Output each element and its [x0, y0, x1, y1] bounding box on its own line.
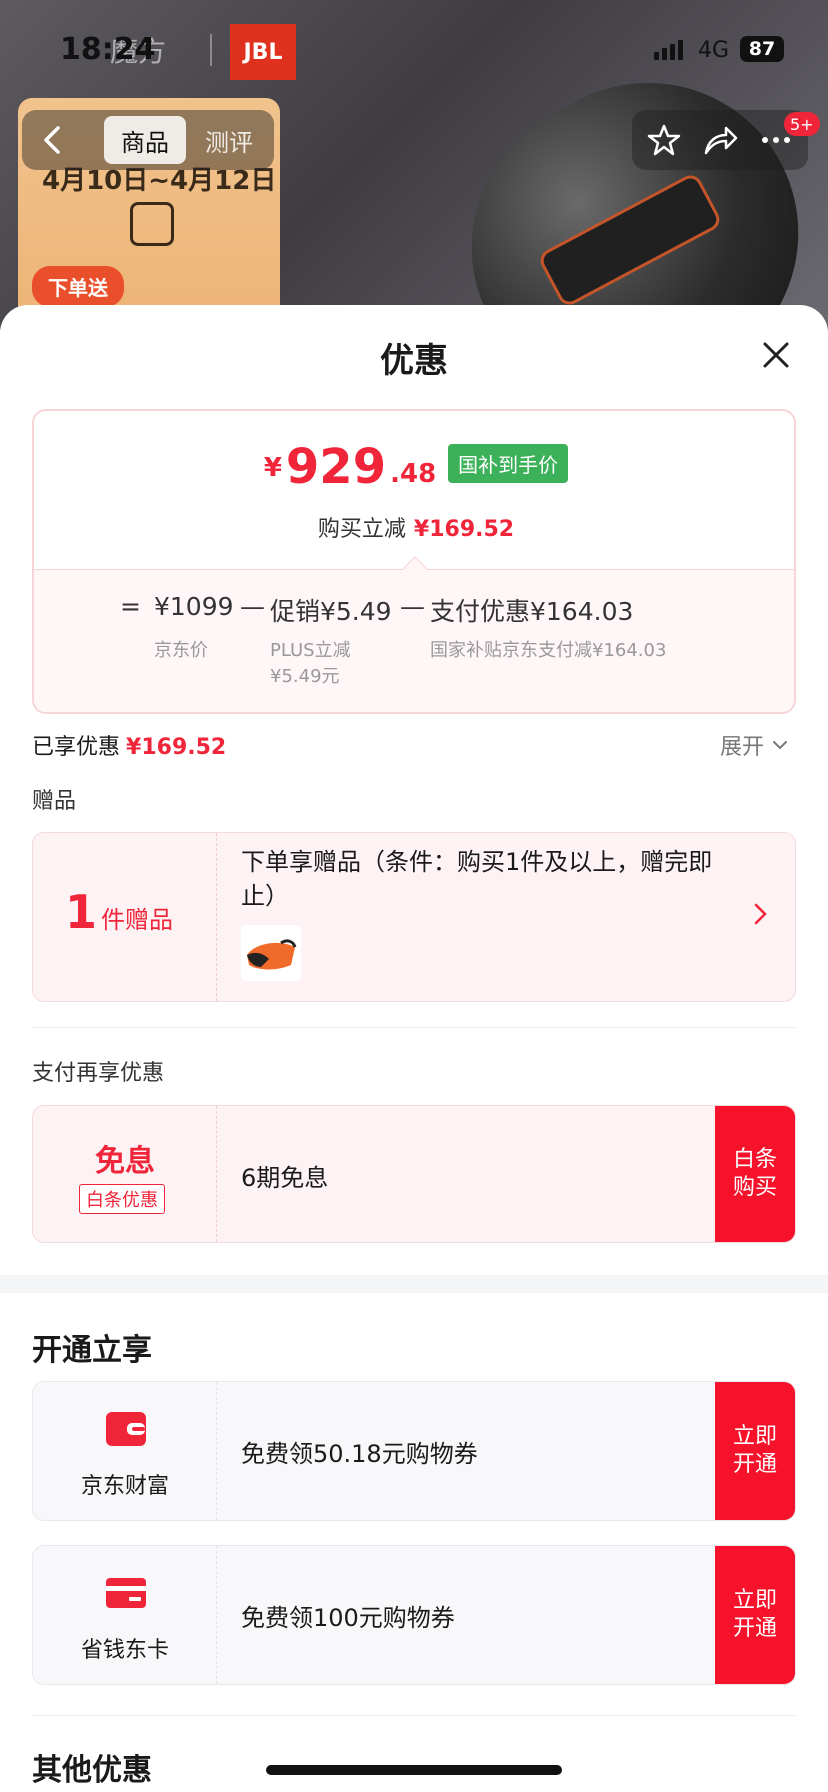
promo-label: PLUS立减 ¥5.49元: [270, 638, 351, 690]
price-breakdown-card: ¥ 929 .48 国补到手价 购买立减 ¥169.52 = ¥1099 京东价 …: [32, 409, 796, 714]
interest-free-description: 6期免息: [241, 1164, 329, 1192]
final-price: ¥ 929 .48 国补到手价: [34, 439, 794, 495]
reduction-label: 购买立减: [317, 517, 406, 542]
back-button[interactable]: [32, 120, 72, 160]
gift-detail-arrow: [751, 899, 771, 929]
status-bar: 18:24 4G 87: [0, 28, 828, 72]
reduction-value: ¥169.52: [413, 517, 515, 542]
enjoyed-label: 已享优惠: [32, 735, 121, 760]
tab-product[interactable]: 商品: [104, 116, 186, 164]
status-time: 18:24: [60, 32, 156, 67]
open-section-title: 开通立享: [32, 1333, 152, 1368]
gift-count-unit: 件赠品: [101, 906, 174, 934]
section-gap: [0, 1275, 828, 1293]
home-indicator: [266, 1765, 562, 1775]
card-icon: [105, 1572, 147, 1614]
activate-button[interactable]: 立即开通: [715, 1546, 795, 1684]
minus-sign: —: [240, 592, 265, 621]
interest-free-title: 免息: [95, 1144, 155, 1179]
price-decimal: .48: [390, 459, 437, 489]
section-divider: [32, 1715, 796, 1716]
equals-sign: =: [120, 592, 141, 621]
baitiao-badge: 白条优惠: [79, 1184, 165, 1214]
gift-section-title: 赠品: [32, 789, 77, 814]
national-subsidy-tag: 国补到手价: [448, 444, 569, 483]
close-icon: [763, 342, 789, 368]
signal-icon: [654, 40, 683, 60]
enjoyed-value: ¥169.52: [126, 735, 227, 760]
price-calculation: = ¥1099 京东价 — 促销¥5.49 PLUS立减 ¥5.49元 — 支付…: [34, 556, 794, 712]
expand-button[interactable]: 展开: [720, 729, 788, 761]
member-offer-description: 免费领50.18元购物券: [241, 1440, 478, 1468]
member-name: 京东财富: [80, 1474, 169, 1499]
base-price-value: ¥1099: [154, 592, 234, 621]
expand-label: 展开: [720, 735, 765, 760]
section-divider: [32, 1027, 796, 1028]
gift-count: 1 件赠品: [65, 885, 173, 939]
gift-bag-image: [247, 939, 297, 970]
minus-sign-2: —: [400, 592, 425, 621]
more-dots-icon: [762, 137, 790, 143]
member-brand-panel: 京东财富: [33, 1382, 217, 1520]
member-offer-card: 省钱东卡 免费领100元购物券 立即开通: [32, 1545, 796, 1685]
network-type: 4G: [698, 38, 730, 63]
activate-button[interactable]: 立即开通: [715, 1382, 795, 1520]
battery-icon: 87: [740, 36, 784, 62]
cube-logo-icon: [130, 202, 174, 246]
other-section-title: 其他优惠: [32, 1753, 152, 1788]
wallet-icon: [105, 1408, 147, 1450]
gift-count-number: 1: [65, 885, 98, 939]
notification-badge: 5+: [784, 112, 820, 136]
enjoyed-discount: 已享优惠 ¥169.52: [32, 729, 226, 761]
tab-review[interactable]: 测评: [196, 116, 262, 164]
plus-reduction-amount: ¥5.49元: [270, 666, 340, 687]
baitiao-buy-button[interactable]: 白条购买: [715, 1106, 795, 1242]
payment-discount-value: 支付优惠¥164.03: [430, 597, 634, 626]
base-price-label: 京东价: [154, 640, 208, 661]
interest-free-panel: 免息 白条优惠: [33, 1106, 217, 1242]
gift-thumbnail: [241, 925, 301, 981]
plus-reduction-label: PLUS立减: [270, 640, 351, 661]
purchase-reduction: 购买立减 ¥169.52: [34, 511, 794, 543]
chevron-right-icon: [754, 903, 767, 925]
share-button[interactable]: [700, 120, 740, 160]
price-integer: 929: [285, 439, 387, 495]
speaker-product-image: [418, 30, 828, 330]
price-currency: ¥: [263, 453, 282, 483]
close-button[interactable]: [756, 335, 796, 375]
gift-description: 下单享赠品（条件：购买1件及以上，赠完即止）: [241, 848, 713, 910]
promo-value: 促销¥5.49: [270, 597, 392, 626]
favorite-button[interactable]: [644, 120, 684, 160]
product-header-background: 4月10日~4月12日 下单送 魔方 JBL 18:24 4G 87 商品 测评…: [0, 0, 828, 330]
share-icon: [704, 126, 738, 155]
member-offer-card: 京东财富 免费领50.18元购物券 立即开通: [32, 1381, 796, 1521]
pay-section-title: 支付再享优惠: [32, 1061, 165, 1086]
star-icon: [647, 124, 681, 156]
final-price-section: ¥ 929 .48 国补到手价 购买立减 ¥169.52: [34, 411, 794, 569]
member-name: 省钱东卡: [80, 1638, 169, 1663]
interest-free-card: 免息 白条优惠 6期免息 白条购买: [32, 1105, 796, 1243]
gift-offer-card[interactable]: 1 件赠品 下单享赠品（条件：购买1件及以上，赠完即止）: [32, 832, 796, 1002]
discount-sheet: 优惠 ¥ 929 .48 国补到手价 购买立减 ¥169.52 = ¥1099 京…: [0, 305, 828, 1792]
sheet-title: 优惠: [380, 341, 448, 381]
member-offer-description: 免费领100元购物券: [241, 1604, 455, 1632]
promo-tag: 下单送: [32, 266, 124, 307]
payment-discount-label: 国家补贴京东支付减¥164.03: [430, 640, 667, 661]
chevron-down-icon: [773, 741, 788, 750]
member-brand-panel: 省钱东卡: [33, 1546, 217, 1684]
gift-count-panel: 1 件赠品: [33, 833, 217, 1001]
chevron-left-icon: [44, 126, 60, 154]
